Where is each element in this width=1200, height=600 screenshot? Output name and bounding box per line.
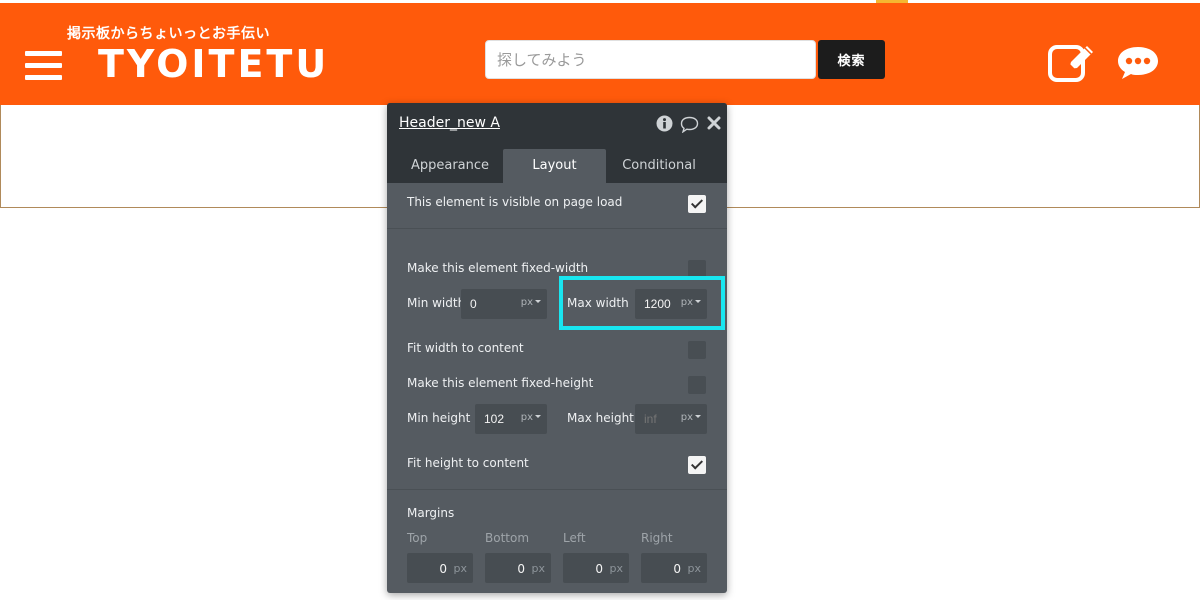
- margin-right-field[interactable]: 0 px: [641, 553, 707, 583]
- margin-bottom-label: Bottom: [485, 531, 530, 545]
- max-height-input[interactable]: [644, 412, 684, 426]
- comment-icon[interactable]: [680, 116, 699, 133]
- max-width-unit-dropdown[interactable]: px: [681, 297, 701, 308]
- fixed-height-label: Make this element fixed-height: [407, 376, 594, 390]
- margin-top-unit: px: [453, 562, 468, 575]
- min-height-input[interactable]: [484, 412, 524, 426]
- search-input[interactable]: [485, 40, 816, 79]
- min-height-field[interactable]: px: [475, 404, 547, 434]
- site-header: 掲示板からちょいっとお手伝い TYOITETU 検索: [0, 3, 1200, 105]
- chat-icon[interactable]: [1116, 45, 1160, 81]
- hamburger-icon[interactable]: [25, 51, 62, 81]
- margin-left-label: Left: [563, 531, 586, 545]
- section-divider: [387, 228, 727, 229]
- fit-width-checkbox[interactable]: [688, 341, 706, 359]
- margin-top-label: Top: [407, 531, 428, 545]
- margin-bottom-field[interactable]: 0 px: [485, 553, 551, 583]
- margin-left-unit: px: [609, 562, 624, 575]
- margin-left-value: 0: [595, 562, 603, 576]
- max-width-field[interactable]: px: [635, 289, 707, 319]
- min-width-unit-dropdown[interactable]: px: [521, 297, 541, 308]
- panel-titlebar: Header_new A: [387, 103, 727, 149]
- element-name[interactable]: Header_new A: [399, 115, 500, 131]
- fit-height-label: Fit height to content: [407, 456, 529, 470]
- fit-height-checkbox[interactable]: [688, 456, 706, 474]
- max-height-unit-dropdown[interactable]: px: [681, 412, 701, 423]
- max-width-input[interactable]: [644, 297, 684, 311]
- fit-width-label: Fit width to content: [407, 341, 524, 355]
- site-logo[interactable]: TYOITETU: [98, 41, 329, 87]
- margin-right-unit: px: [687, 562, 702, 575]
- section-divider: [387, 489, 727, 490]
- max-height-field[interactable]: px: [635, 404, 707, 434]
- tab-conditional[interactable]: Conditional: [607, 149, 711, 183]
- min-width-input[interactable]: [470, 297, 510, 311]
- max-height-label: Max height: [567, 411, 634, 425]
- close-icon[interactable]: [707, 116, 721, 130]
- margin-bottom-unit: px: [531, 562, 546, 575]
- fixed-width-label: Make this element fixed-width: [407, 261, 589, 275]
- min-width-label: Min width: [407, 296, 466, 310]
- min-height-unit-dropdown[interactable]: px: [521, 412, 541, 423]
- search-button[interactable]: 検索: [818, 40, 885, 79]
- tab-layout[interactable]: Layout: [503, 149, 606, 183]
- tab-bar: Appearance Layout Conditional: [387, 149, 727, 183]
- site-tagline: 掲示板からちょいっとお手伝い: [67, 26, 270, 42]
- property-editor-panel: Header_new A Appearance Layout Condition…: [387, 103, 727, 593]
- max-width-label: Max width: [567, 296, 629, 310]
- margin-bottom-value: 0: [517, 562, 525, 576]
- tab-appearance[interactable]: Appearance: [398, 149, 502, 183]
- margin-top-field[interactable]: 0 px: [407, 553, 473, 583]
- margin-top-value: 0: [439, 562, 447, 576]
- edit-icon[interactable]: [1047, 41, 1097, 83]
- margins-heading: Margins: [407, 506, 455, 520]
- min-height-label: Min height: [407, 411, 471, 425]
- fixed-height-checkbox[interactable]: [688, 376, 706, 394]
- margin-right-value: 0: [673, 562, 681, 576]
- min-width-field[interactable]: px: [461, 289, 547, 319]
- visible-on-load-checkbox[interactable]: [688, 195, 706, 213]
- visible-on-load-label: This element is visible on page load: [407, 195, 623, 209]
- fixed-width-checkbox[interactable]: [688, 260, 706, 278]
- info-icon[interactable]: [656, 115, 673, 132]
- margin-right-label: Right: [641, 531, 673, 545]
- margin-left-field[interactable]: 0 px: [563, 553, 629, 583]
